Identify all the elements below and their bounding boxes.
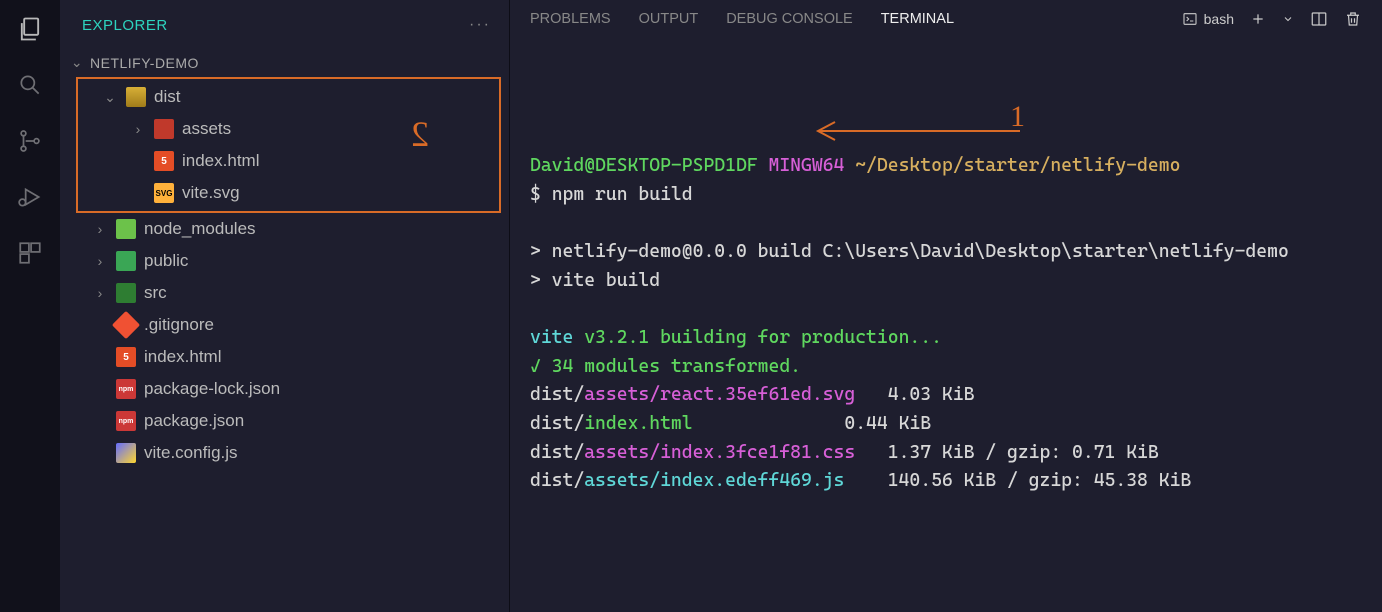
root-folder[interactable]: ⌄ NETLIFY-DEMO: [60, 48, 509, 77]
tree-file-vite-svg[interactable]: SVG vite.svg: [78, 177, 499, 209]
tree-file-package-lock[interactable]: npm package-lock.json: [68, 373, 509, 405]
activity-bar: [0, 0, 60, 612]
chevron-right-icon: ›: [92, 221, 108, 237]
term-out-path: assets/index.3fce1f81.css: [584, 442, 855, 463]
folder-icon: [126, 87, 146, 107]
search-icon[interactable]: [16, 71, 44, 99]
annotation-two: 2: [411, 113, 429, 155]
term-out-extra: / gzip: 45.38 KiB: [1007, 470, 1191, 491]
trash-icon[interactable]: [1344, 10, 1362, 28]
panel-actions: bash: [1182, 10, 1362, 28]
chevron-down-icon: ⌄: [102, 89, 118, 106]
tree-label: vite.config.js: [144, 443, 238, 463]
term-out-path: index.html: [584, 413, 692, 434]
split-terminal-icon[interactable]: [1310, 10, 1328, 28]
npm-file-icon: npm: [116, 411, 136, 431]
tree-folder-assets[interactable]: › assets: [78, 113, 499, 145]
tab-problems[interactable]: PROBLEMS: [530, 11, 611, 27]
tree-file-index-html[interactable]: 5 index.html: [78, 145, 499, 177]
git-file-icon: [112, 311, 140, 339]
explorer-sidebar: EXPLORER ··· ⌄ NETLIFY-DEMO 2 ⌄ dist › a…: [60, 0, 510, 612]
tab-debug-console[interactable]: DEBUG CONSOLE: [726, 11, 853, 27]
tree-label: public: [144, 251, 188, 271]
folder-icon: [116, 283, 136, 303]
terminal-output[interactable]: 1 David@DESKTOP-PSPD1DF MINGW64 ~/Deskto…: [510, 38, 1382, 535]
tree-label: dist: [154, 87, 180, 107]
html-file-icon: 5: [154, 151, 174, 171]
tab-output[interactable]: OUTPUT: [639, 11, 699, 27]
tree-label: .gitignore: [144, 315, 214, 335]
tree-label: src: [144, 283, 167, 303]
folder-icon: [116, 219, 136, 239]
svg-file-icon: SVG: [154, 183, 174, 203]
annotation-arrow-icon: [810, 116, 1030, 146]
term-build-msg: building for production...: [660, 327, 942, 348]
folder-icon: [116, 251, 136, 271]
tree-folder-node-modules[interactable]: › node_modules: [68, 213, 509, 245]
tree-file-package-json[interactable]: npm package.json: [68, 405, 509, 437]
tree-label: index.html: [144, 347, 221, 367]
term-out-size: 0.44 KiB: [844, 413, 931, 434]
term-prompt: $: [530, 184, 541, 205]
tree-label: node_modules: [144, 219, 256, 239]
tree-folder-dist[interactable]: ⌄ dist: [78, 81, 499, 113]
run-debug-icon[interactable]: [16, 183, 44, 211]
chevron-down-icon[interactable]: [1282, 13, 1294, 25]
more-actions-icon[interactable]: ···: [469, 16, 491, 34]
tree-label: index.html: [182, 151, 259, 171]
term-out-path: assets/react.35ef61ed.svg: [584, 384, 855, 405]
term-mingw: MINGW64: [768, 155, 844, 176]
tree-file-index-html-root[interactable]: 5 index.html: [68, 341, 509, 373]
term-out-prefix: dist/: [530, 470, 584, 491]
chevron-right-icon: ›: [92, 253, 108, 269]
file-tree: 2 ⌄ dist › assets 5 index.html SVG vite.…: [60, 77, 509, 469]
term-out-size: 4.03 KiB: [888, 384, 975, 405]
term-out-prefix: dist/: [530, 442, 584, 463]
tree-folder-public[interactable]: › public: [68, 245, 509, 277]
annotation-one: 1: [1010, 94, 1025, 141]
main-panel: PROBLEMS OUTPUT DEBUG CONSOLE TERMINAL b…: [510, 0, 1382, 612]
explorer-title: EXPLORER: [82, 17, 168, 34]
highlighted-dist-folder: 2 ⌄ dist › assets 5 index.html SVG vite.…: [76, 77, 501, 213]
term-transform: ✓ 34 modules transformed.: [530, 356, 801, 377]
term-cwd: ~/Desktop/starter/netlify-demo: [855, 155, 1180, 176]
new-terminal-icon[interactable]: [1250, 11, 1266, 27]
tree-label: package.json: [144, 411, 244, 431]
shell-indicator[interactable]: bash: [1182, 11, 1234, 27]
tree-file-gitignore[interactable]: .gitignore: [68, 309, 509, 341]
term-script-header: > netlify-demo@0.0.0 build C:\Users\Davi…: [530, 241, 1289, 262]
tab-terminal[interactable]: TERMINAL: [881, 11, 954, 27]
term-out-path: assets/index.edeff469.js: [584, 470, 844, 491]
tree-label: vite.svg: [182, 183, 240, 203]
term-out-size: 140.56 KiB: [888, 470, 996, 491]
extensions-icon[interactable]: [16, 239, 44, 267]
term-out-prefix: dist/: [530, 384, 584, 405]
sidebar-header: EXPLORER ···: [60, 10, 509, 48]
term-out-prefix: dist/: [530, 413, 584, 434]
chevron-down-icon: ⌄: [70, 54, 84, 71]
tree-label: assets: [182, 119, 231, 139]
chevron-right-icon: ›: [130, 121, 146, 137]
term-user-host: David@DESKTOP-PSPD1DF: [530, 155, 758, 176]
term-vite-tag: vite: [530, 327, 573, 348]
tree-label: package-lock.json: [144, 379, 280, 399]
root-folder-label: NETLIFY-DEMO: [90, 55, 199, 71]
term-out-extra: / gzip: 0.71 KiB: [985, 442, 1158, 463]
chevron-right-icon: ›: [92, 285, 108, 301]
vite-file-icon: [116, 443, 136, 463]
term-command: npm run build: [552, 184, 693, 205]
tree-folder-src[interactable]: › src: [68, 277, 509, 309]
folder-icon: [154, 119, 174, 139]
source-control-icon[interactable]: [16, 127, 44, 155]
panel-tabs: PROBLEMS OUTPUT DEBUG CONSOLE TERMINAL b…: [510, 0, 1382, 38]
shell-name: bash: [1204, 11, 1234, 27]
npm-file-icon: npm: [116, 379, 136, 399]
term-vite-version: v3.2.1: [584, 327, 649, 348]
term-out-size: 1.37 KiB: [888, 442, 975, 463]
html-file-icon: 5: [116, 347, 136, 367]
files-icon[interactable]: [16, 15, 44, 43]
term-script-cmd: > vite build: [530, 270, 660, 291]
tree-file-vite-config[interactable]: vite.config.js: [68, 437, 509, 469]
